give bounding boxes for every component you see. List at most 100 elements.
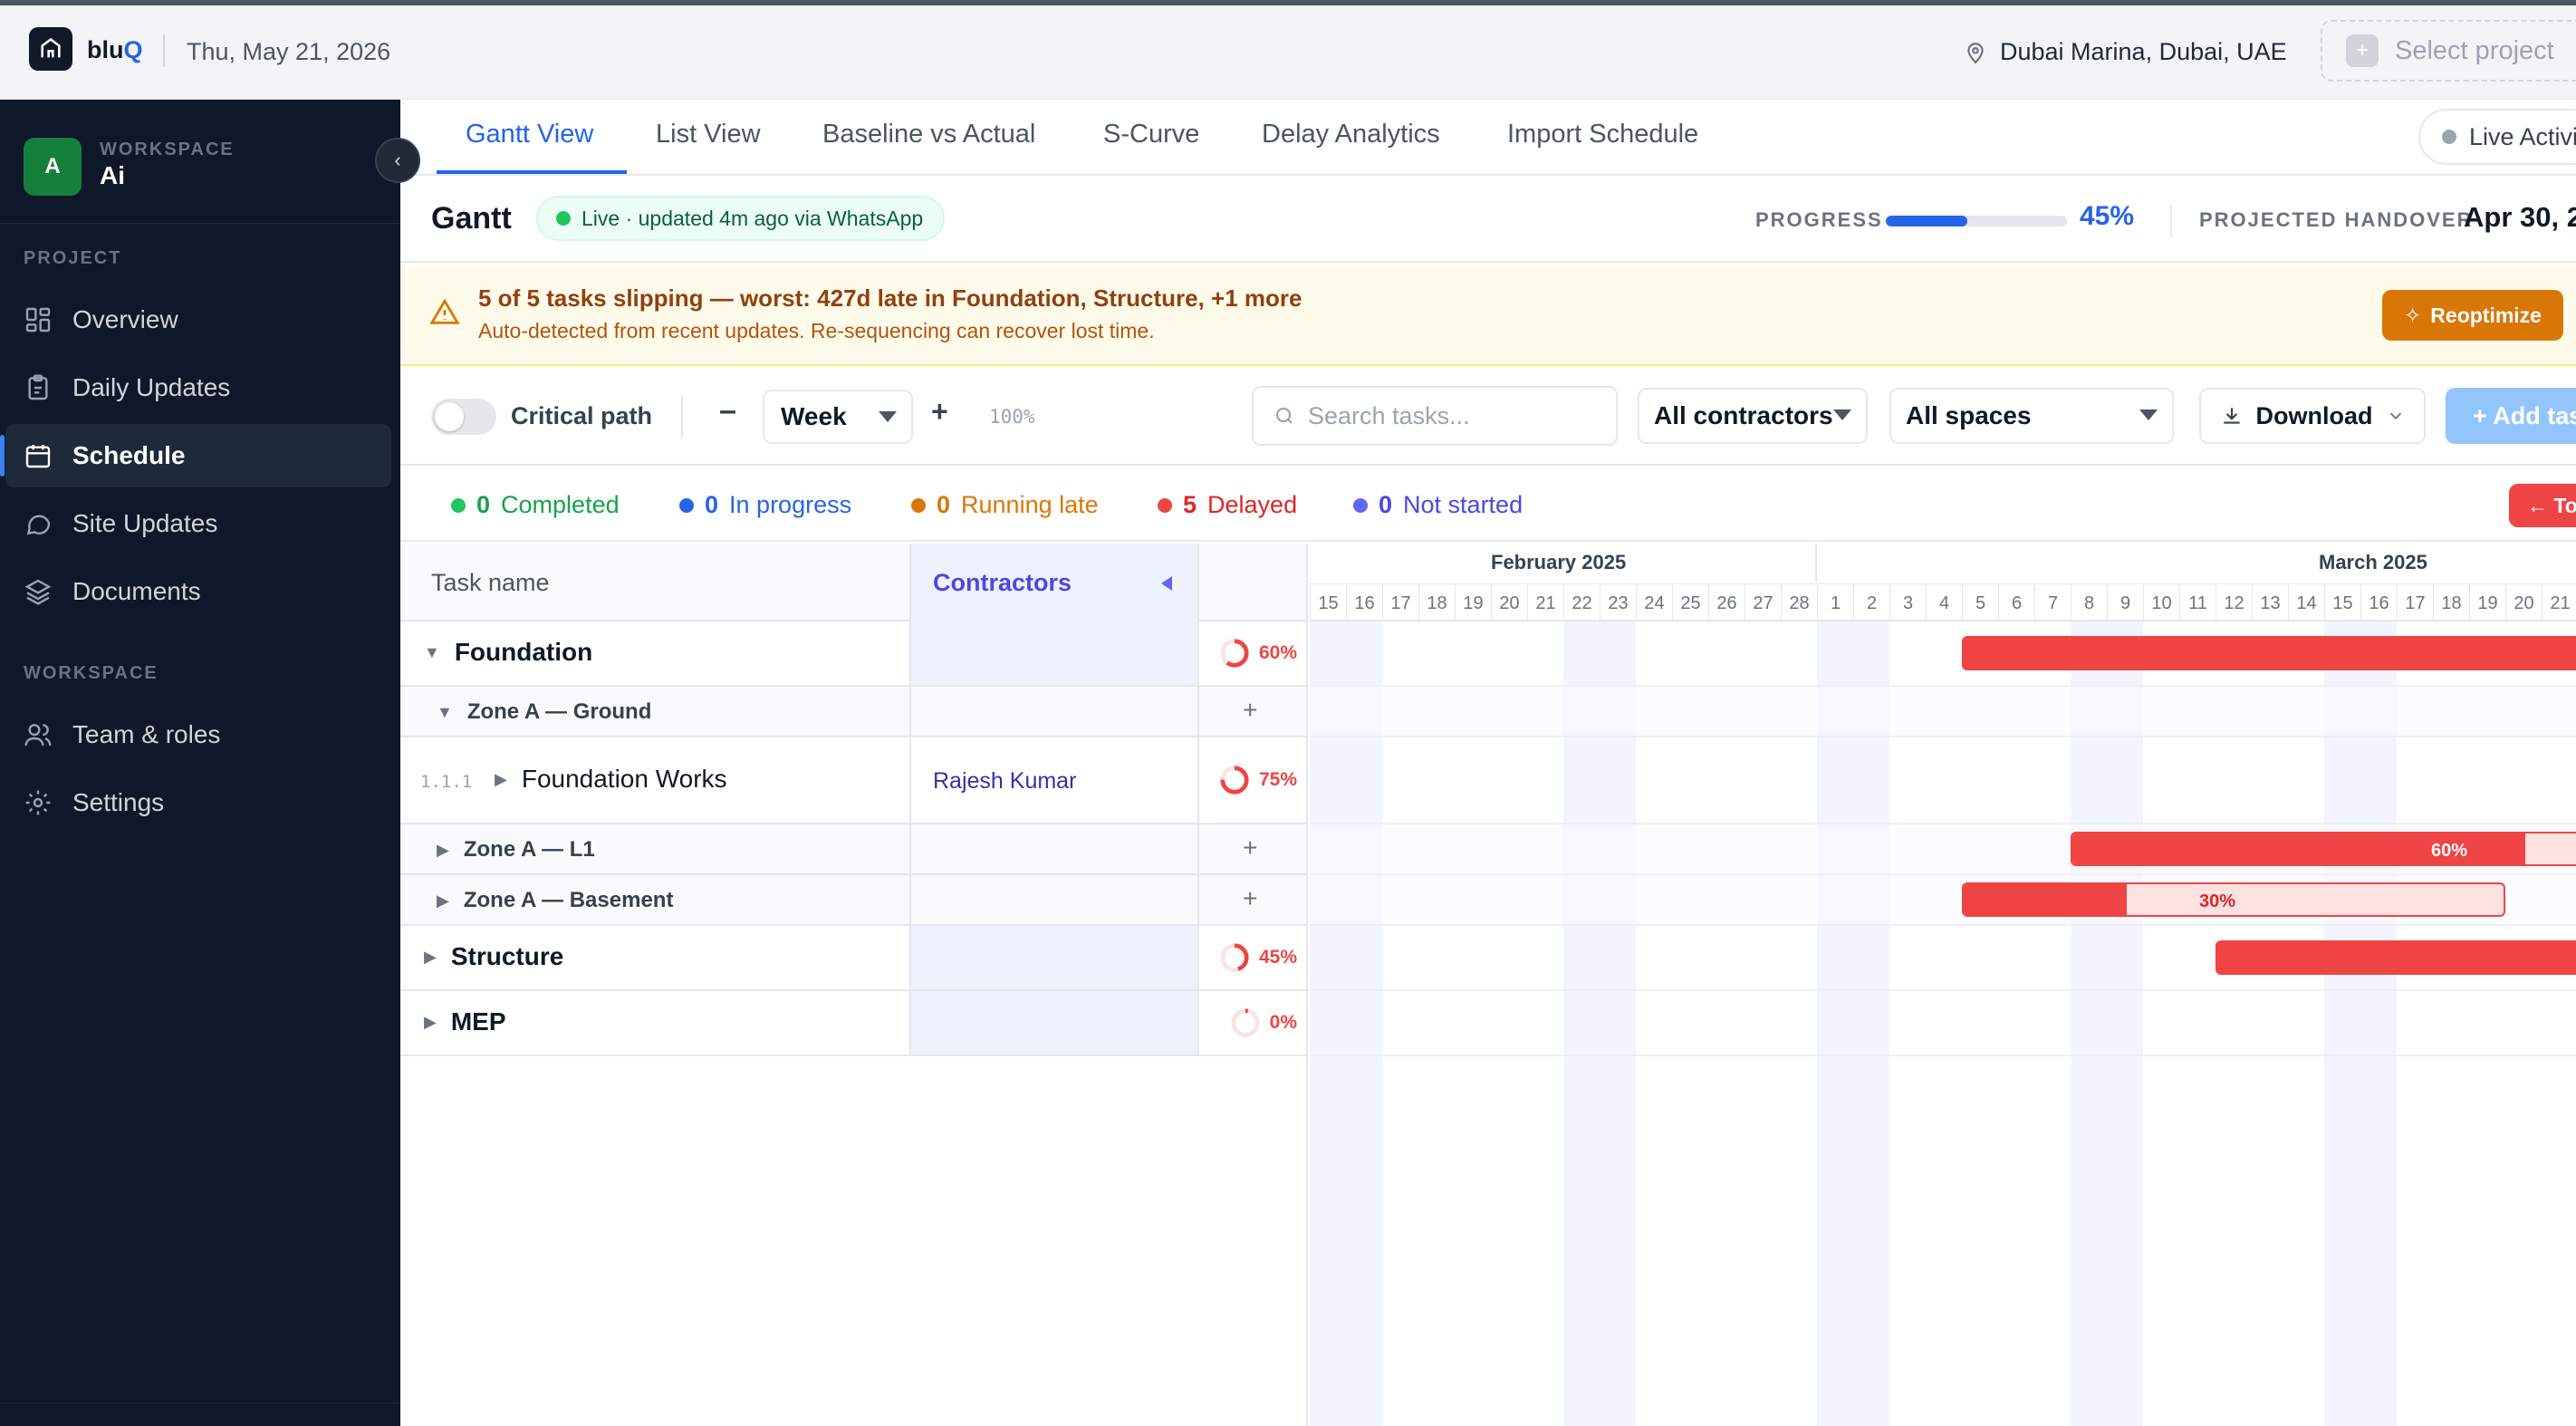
- caret-right-icon[interactable]: ▶: [437, 841, 449, 860]
- live-activity-button[interactable]: Live Activi: [2418, 109, 2576, 165]
- timescale-select[interactable]: Week: [763, 390, 913, 444]
- caret-right-icon[interactable]: ▶: [495, 770, 507, 789]
- workspace-avatar[interactable]: A: [24, 138, 82, 196]
- contractor-cell[interactable]: [909, 926, 1199, 989]
- table-row[interactable]: ▼ Zone A — Ground +: [400, 687, 1306, 737]
- day-cell: 9: [2107, 583, 2143, 621]
- table-row[interactable]: ▶ MEP 0%: [400, 991, 1306, 1056]
- task-bar-zone-a-l1[interactable]: 60%: [2071, 832, 2576, 866]
- zoom-out-button[interactable]: –: [719, 393, 736, 429]
- reoptimize-button[interactable]: ✧ Reoptimize: [2382, 290, 2563, 341]
- add-subtask-button[interactable]: +: [1243, 696, 1257, 725]
- task-name-header[interactable]: Task name: [431, 569, 550, 597]
- day-cell: 28: [1781, 583, 1817, 621]
- tab-list-view[interactable]: List View: [656, 120, 761, 149]
- day-cell: 15: [1310, 583, 1346, 621]
- select-project-button[interactable]: + Select project: [2321, 20, 2576, 82]
- day-cell: 18: [2433, 583, 2469, 621]
- contractor-cell[interactable]: Rajesh Kumar: [909, 737, 1199, 823]
- contractors-filter[interactable]: All contractors: [1638, 388, 1868, 444]
- tab-s-curve[interactable]: S-Curve: [1103, 120, 1199, 149]
- day-cell: 1: [1817, 583, 1853, 621]
- caret-down-icon[interactable]: ▼: [437, 703, 453, 722]
- table-row[interactable]: ▶ Structure 45%: [400, 926, 1306, 991]
- contractor-cell[interactable]: [909, 621, 1199, 685]
- zoom-in-button[interactable]: +: [931, 395, 948, 429]
- add-subtask-button[interactable]: +: [1243, 884, 1257, 913]
- status-dot: [2442, 130, 2456, 144]
- tab-gantt-view[interactable]: Gantt View: [466, 120, 593, 149]
- progress-label: PROGRESS: [1755, 208, 1883, 231]
- today-button[interactable]: ← Tod: [2509, 484, 2576, 527]
- table-row[interactable]: Rajesh Kumar 1.1.1 ▶ Foundation Works 75…: [400, 737, 1306, 824]
- table-row[interactable]: ▼ Foundation 60%: [400, 621, 1306, 687]
- download-button[interactable]: Download: [2199, 388, 2426, 444]
- progress-percent: 0%: [1269, 1012, 1297, 1033]
- search-box: [1252, 386, 1618, 446]
- caret-down-icon[interactable]: ▼: [424, 643, 440, 662]
- home-logo-icon[interactable]: [29, 27, 72, 71]
- tab-import-schedule[interactable]: Import Schedule: [1507, 120, 1698, 149]
- live-status-text: Live · updated 4m ago via WhatsApp: [582, 206, 924, 230]
- tab-delay-analytics[interactable]: Delay Analytics: [1262, 120, 1440, 149]
- contractor-cell[interactable]: [909, 875, 1199, 924]
- legend-completed[interactable]: 0 Completed: [451, 491, 620, 519]
- sidebar-item-site-updates[interactable]: Site Updates: [5, 492, 391, 555]
- contractor-name: Rajesh Kumar: [933, 768, 1077, 794]
- sidebar-item-overview[interactable]: Overview: [5, 288, 391, 352]
- add-task-button[interactable]: + Add tas: [2446, 388, 2576, 444]
- status-dot: [1158, 497, 1172, 513]
- collapse-sidebar-button[interactable]: ‹: [375, 138, 420, 183]
- warning-icon: [429, 298, 460, 324]
- progress-bar: [1886, 216, 2067, 226]
- task-bar-zone-a-basement[interactable]: 30%: [1962, 882, 2505, 917]
- legend-running-late[interactable]: 0 Running late: [911, 491, 1099, 519]
- table-row[interactable]: ▶ Zone A — Basement +: [400, 875, 1306, 926]
- month-label: March 2025: [2319, 551, 2427, 573]
- day-cell: 21: [2542, 583, 2576, 621]
- status-dot: [451, 497, 466, 513]
- gear-icon: [25, 790, 51, 815]
- reoptimize-label: Reoptimize: [2430, 303, 2542, 327]
- task-bar-structure[interactable]: [2216, 940, 2576, 975]
- task-bar-foundation[interactable]: [1962, 636, 2576, 670]
- grid-icon: [25, 307, 51, 332]
- timeline-row: 30%: [1310, 875, 2576, 926]
- legend-not-started[interactable]: 0 Not started: [1353, 491, 1523, 519]
- status-legend: 0 Completed 0 In progress 0 Running late…: [400, 467, 2576, 542]
- sidebar-item-label: Team & roles: [72, 720, 221, 748]
- top-bar: bluQ Thu, May 21, 2026 Dubai Marina, Dub…: [0, 5, 2576, 100]
- sidebar-item-documents[interactable]: Documents: [5, 560, 391, 623]
- caret-right-icon[interactable]: ▶: [424, 1013, 437, 1032]
- gantt-grid: Task name Contractors ▼ Foundation 60% ▼…: [400, 544, 2576, 1426]
- sidebar-item-settings[interactable]: Settings: [5, 771, 391, 834]
- caret-right-icon[interactable]: ▶: [437, 891, 449, 911]
- spaces-filter[interactable]: All spaces: [1889, 388, 2174, 444]
- table-row[interactable]: ▶ Zone A — L1 +: [400, 824, 1306, 875]
- layers-icon: [24, 579, 52, 605]
- progress-percent: 45%: [1258, 947, 1297, 968]
- sidebar-item-daily-updates[interactable]: Daily Updates: [5, 356, 391, 419]
- contractors-header[interactable]: Contractors: [909, 544, 1199, 621]
- day-cell: 27: [1745, 583, 1781, 621]
- critical-path-toggle[interactable]: [431, 399, 496, 435]
- contractor-cell[interactable]: [909, 991, 1199, 1055]
- timeline-row: [1310, 737, 2576, 824]
- legend-delayed[interactable]: 5 Delayed: [1158, 491, 1297, 519]
- day-cell: 26: [1708, 583, 1745, 621]
- timeline-row: [1310, 991, 2576, 1056]
- tab-baseline-vs-actual[interactable]: Baseline vs Actual: [822, 120, 1035, 149]
- contractor-cell[interactable]: [909, 687, 1199, 736]
- sidebar: A WORKSPACE Ai PROJECT Overview Daily Up…: [0, 100, 400, 1426]
- sidebar-item-schedule[interactable]: Schedule: [0, 424, 391, 487]
- sidebar-item-team-roles[interactable]: Team & roles: [5, 703, 391, 766]
- progress-bar-fill: [1886, 216, 1967, 226]
- legend-in-progress[interactable]: 0 In progress: [679, 491, 851, 519]
- contractor-cell[interactable]: [909, 824, 1199, 873]
- collapse-column-icon[interactable]: [1161, 576, 1172, 591]
- caret-right-icon[interactable]: ▶: [424, 948, 437, 967]
- search-input[interactable]: [1308, 401, 1598, 430]
- task-bar-progress: [1964, 884, 2127, 915]
- add-subtask-button[interactable]: +: [1243, 833, 1257, 862]
- status-dot: [911, 497, 926, 513]
